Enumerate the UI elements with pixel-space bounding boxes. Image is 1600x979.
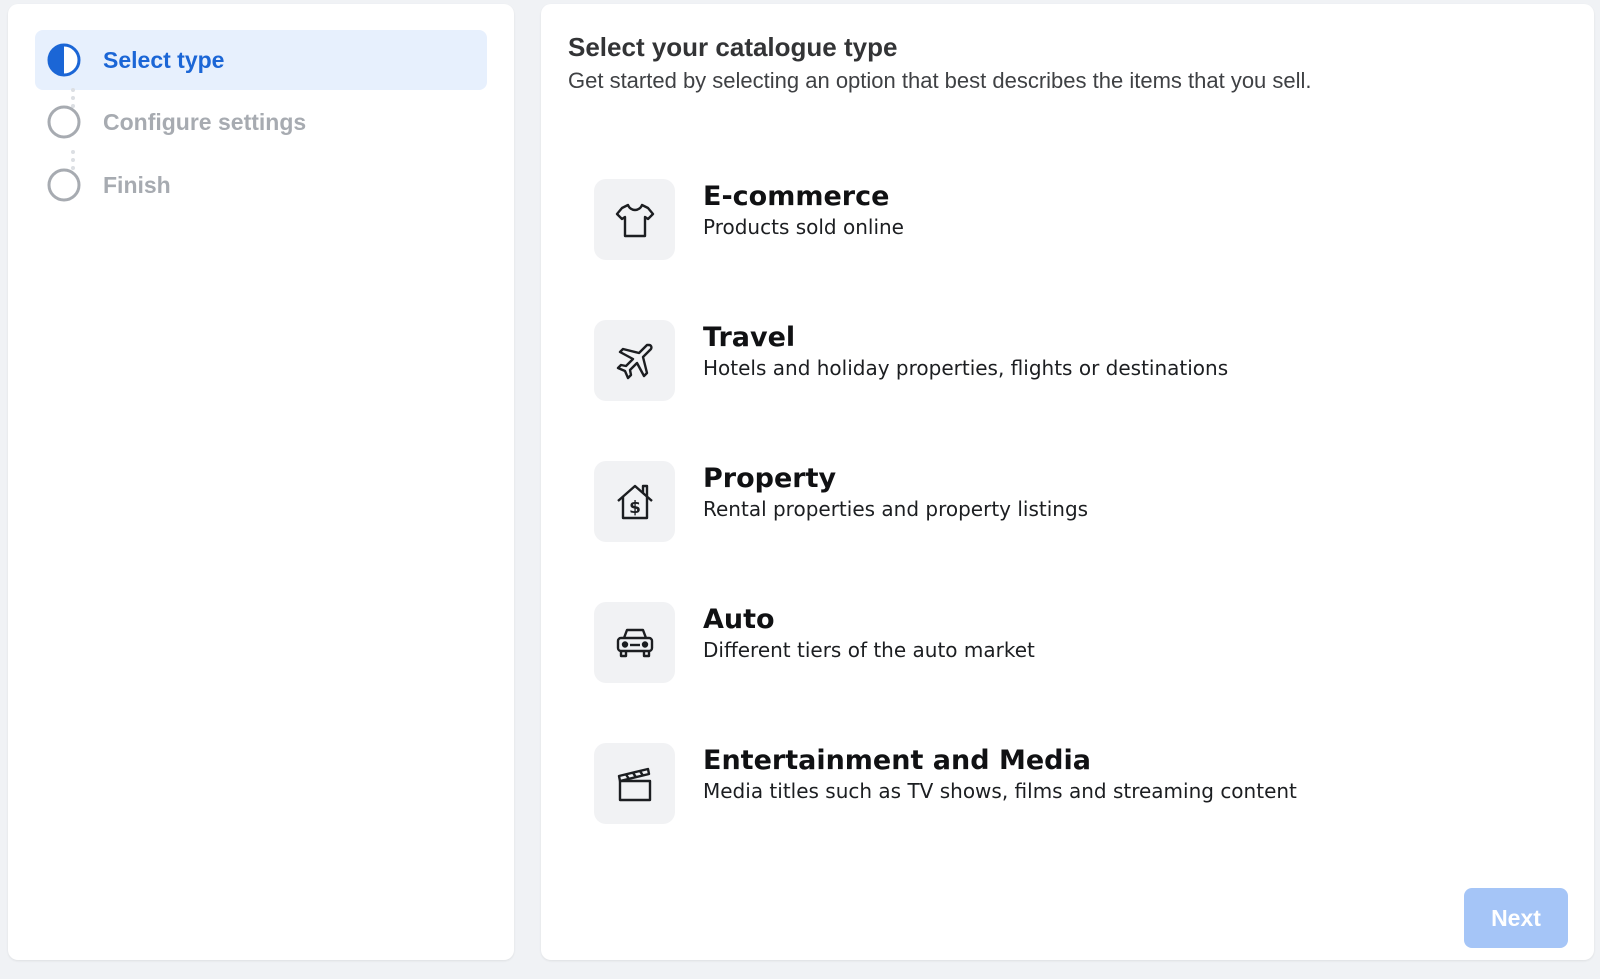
option-title: E-commerce	[703, 181, 890, 212]
option-icon-tile	[594, 743, 675, 824]
option-description: Media titles such as TV shows, films and…	[703, 779, 1297, 803]
option-icon-tile	[594, 179, 675, 260]
step-label: Finish	[103, 172, 171, 198]
house-dollar-icon: $	[616, 484, 653, 519]
option-auto[interactable]: Auto Different tiers of the auto market	[594, 602, 1554, 684]
airplane-icon	[616, 343, 653, 379]
car-icon	[616, 628, 653, 657]
option-icon-tile	[594, 320, 675, 401]
half-filled-circle-icon	[47, 43, 81, 77]
step-select-type[interactable]: Select type	[35, 30, 487, 90]
step-label: Configure settings	[103, 109, 307, 135]
empty-circle-icon	[47, 168, 81, 202]
option-title: Travel	[703, 322, 796, 353]
step-finish[interactable]: Finish	[35, 155, 487, 215]
step-configure-settings[interactable]: Configure settings	[35, 92, 487, 152]
steps-sidebar: Select type Configure settings Finish	[8, 4, 514, 960]
option-description: Hotels and holiday properties, flights o…	[703, 356, 1229, 380]
t-shirt-icon	[615, 203, 654, 237]
next-button[interactable]: Next	[1464, 888, 1568, 948]
option-property[interactable]: $ Property Rental properties and propert…	[594, 461, 1554, 543]
option-travel[interactable]: Travel Hotels and holiday properties, fl…	[594, 320, 1554, 402]
step-label: Select type	[103, 47, 225, 73]
option-icon-tile: $	[594, 461, 675, 542]
option-title: Auto	[703, 604, 775, 635]
page-title: Select your catalogue type	[568, 32, 898, 62]
clapperboard-icon	[617, 767, 651, 801]
empty-circle-icon	[47, 105, 81, 139]
option-description: Products sold online	[703, 215, 904, 239]
option-description: Rental properties and property listings	[703, 497, 1089, 521]
svg-text:$: $	[629, 498, 641, 518]
option-description: Different tiers of the auto market	[703, 638, 1035, 662]
option-title: Property	[703, 463, 837, 494]
option-entertainment-and-media[interactable]: Entertainment and Media Media titles suc…	[594, 743, 1554, 825]
page-subtitle: Get started by selecting an option that …	[568, 68, 1312, 93]
option-e-commerce[interactable]: E-commerce Products sold online	[594, 179, 1554, 261]
option-title: Entertainment and Media	[703, 745, 1091, 776]
catalogue-type-panel: Select your catalogue type Get started b…	[541, 4, 1594, 960]
option-icon-tile	[594, 602, 675, 683]
